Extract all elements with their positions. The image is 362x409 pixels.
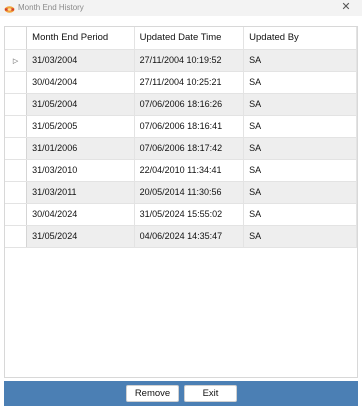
column-header-month-end-period[interactable]: Month End Period [26, 27, 135, 50]
cell-updated-by[interactable]: SA [243, 49, 357, 72]
history-table: Month End Period Updated Date Time Updat… [5, 27, 357, 248]
row-header-cell[interactable] [5, 115, 28, 138]
cell-month-end-period[interactable]: 30/04/2024 [26, 203, 135, 226]
row-header-cell[interactable] [5, 93, 28, 116]
header-row: Month End Period Updated Date Time Updat… [5, 27, 357, 50]
cell-updated-date-time[interactable]: 07/06/2006 18:16:41 [134, 115, 245, 138]
cell-updated-by[interactable]: SA [243, 137, 357, 160]
cell-month-end-period[interactable]: 31/05/2004 [26, 93, 135, 116]
cell-month-end-period[interactable]: 31/03/2011 [26, 181, 135, 204]
current-row-arrow-icon: ▷ [12, 57, 19, 65]
cell-updated-by[interactable]: SA [243, 93, 357, 116]
row-header-cell[interactable]: ▷ [5, 49, 28, 72]
cell-updated-date-time[interactable]: 27/11/2004 10:19:52 [134, 49, 245, 72]
close-icon[interactable]: ✕ [338, 0, 354, 14]
month-end-history-window: Month End History ✕ Month End Period Upd… [0, 0, 362, 409]
history-grid[interactable]: Month End Period Updated Date Time Updat… [4, 26, 358, 378]
cell-month-end-period[interactable]: 31/05/2005 [26, 115, 135, 138]
cell-updated-date-time[interactable]: 07/06/2006 18:17:42 [134, 137, 245, 160]
cell-updated-by[interactable]: SA [243, 203, 357, 226]
table-row[interactable]: 31/05/2024 04/06/2024 14:35:47 SA [5, 225, 357, 248]
column-header-updated-by[interactable]: Updated By [243, 27, 357, 50]
row-header-cell[interactable] [5, 137, 28, 160]
cell-updated-date-time[interactable]: 04/06/2024 14:35:47 [134, 225, 245, 248]
column-header-updated-date-time[interactable]: Updated Date Time [134, 27, 245, 50]
table-row[interactable]: 31/03/2011 20/05/2014 11:30:56 SA [5, 181, 357, 204]
title-bar: Month End History ✕ [0, 0, 362, 16]
row-header-cell[interactable] [5, 203, 28, 226]
table-row[interactable]: 31/05/2004 07/06/2006 18:16:26 SA [5, 93, 357, 116]
window-title: Month End History [18, 3, 84, 12]
table-row[interactable]: 31/05/2005 07/06/2006 18:16:41 SA [5, 115, 357, 138]
remove-button[interactable]: Remove [126, 385, 179, 402]
exit-button[interactable]: Exit [184, 385, 237, 402]
cell-updated-by[interactable]: SA [243, 71, 357, 94]
row-header-cell[interactable] [5, 71, 28, 94]
cell-updated-by[interactable]: SA [243, 115, 357, 138]
row-header-cell[interactable] [5, 159, 28, 182]
row-header-corner [5, 27, 28, 50]
row-header-cell[interactable] [5, 225, 28, 248]
cell-month-end-period[interactable]: 31/03/2004 [26, 49, 135, 72]
cell-month-end-period[interactable]: 31/01/2006 [26, 137, 135, 160]
table-row[interactable]: 31/01/2006 07/06/2006 18:17:42 SA [5, 137, 357, 160]
cell-updated-date-time[interactable]: 31/05/2024 15:55:02 [134, 203, 245, 226]
table-row[interactable]: 30/04/2024 31/05/2024 15:55:02 SA [5, 203, 357, 226]
table-row[interactable]: 31/03/2010 22/04/2010 11:34:41 SA [5, 159, 357, 182]
cell-month-end-period[interactable]: 31/03/2010 [26, 159, 135, 182]
cell-updated-date-time[interactable]: 20/05/2014 11:30:56 [134, 181, 245, 204]
cell-updated-date-time[interactable]: 22/04/2010 11:34:41 [134, 159, 245, 182]
app-logo-icon [4, 2, 15, 13]
cell-updated-by[interactable]: SA [243, 225, 357, 248]
cell-month-end-period[interactable]: 31/05/2024 [26, 225, 135, 248]
table-row[interactable]: ▷ 31/03/2004 27/11/2004 10:19:52 SA [5, 49, 357, 72]
cell-updated-by[interactable]: SA [243, 181, 357, 204]
cell-month-end-period[interactable]: 30/04/2004 [26, 71, 135, 94]
table-row[interactable]: 30/04/2004 27/11/2004 10:25:21 SA [5, 71, 357, 94]
row-header-cell[interactable] [5, 181, 28, 204]
cell-updated-date-time[interactable]: 07/06/2006 18:16:26 [134, 93, 245, 116]
cell-updated-by[interactable]: SA [243, 159, 357, 182]
cell-updated-date-time[interactable]: 27/11/2004 10:25:21 [134, 71, 245, 94]
button-bar: Remove Exit [4, 381, 358, 406]
